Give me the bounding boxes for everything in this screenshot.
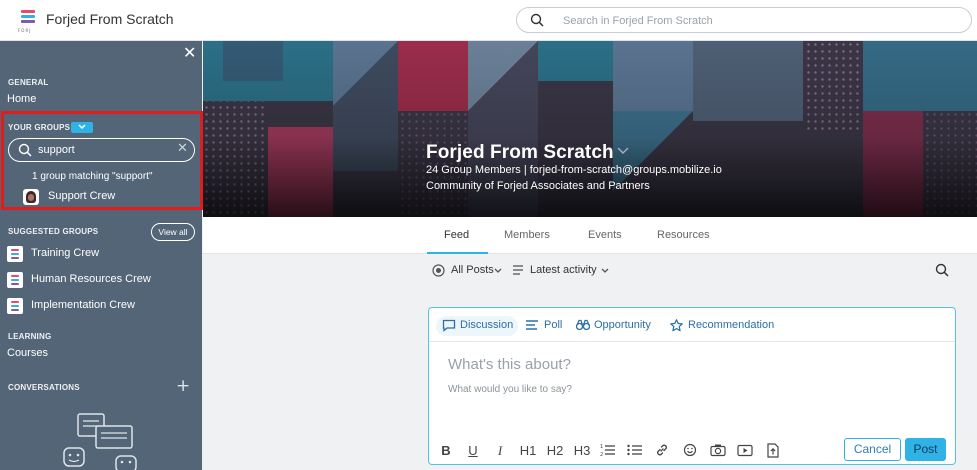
bullet-list-button[interactable] [627,442,643,460]
heading1-button[interactable]: H1 [517,442,539,460]
photo-button[interactable] [710,442,726,460]
active-tab-indicator [427,252,488,254]
chat-illustration-icon [63,413,137,470]
italic-button[interactable]: I [495,442,505,460]
underline-button[interactable]: U [467,442,479,460]
sidebar: ✕ GENERAL Home YOUR GROUPS ✕ 1 group mat… [0,41,203,470]
forj-logo[interactable]: FORJ [18,9,38,33]
cancel-button[interactable]: Cancel [844,438,901,461]
sort-list-icon [513,265,523,275]
attach-file-button[interactable] [766,442,780,460]
svg-text:1: 1 [600,444,603,450]
emoji-icon [683,443,697,457]
group-meta: 24 Group Members | forjed-from-scratch@g… [426,164,722,176]
attach-icon [767,443,779,458]
chevron-down-icon [494,268,502,273]
post-type-discussion[interactable]: Discussion [436,316,518,336]
heading3-button[interactable]: H3 [571,442,593,460]
plus-icon[interactable]: + [176,378,190,395]
numbered-list-icon: 1 2 [600,444,615,457]
highlight-box [1,111,203,210]
top-bar: FORJ Forjed From Scratch [0,0,977,41]
logo-tag: FORJ [18,28,32,33]
tab-events[interactable]: Events [588,229,622,241]
opportunity-icon [576,319,590,331]
section-suggested-groups: SUGGESTED GROUPS [8,227,99,236]
group-banner: Forjed From Scratch 24 Group Members | f… [203,41,977,217]
suggested-group-label: Human Resources Crew [31,273,151,285]
section-general: GENERAL [8,78,49,87]
discussion-icon [442,319,456,332]
sidebar-item-courses[interactable]: Courses [7,347,48,359]
post-subject-input[interactable] [448,356,928,373]
bullet-list-icon [627,444,642,456]
post-type-opportunity[interactable]: Opportunity [576,316,660,336]
tab-feed[interactable]: Feed [444,229,469,241]
chevron-down-icon [601,268,609,273]
post-button[interactable]: Post [905,438,946,461]
group-description: Community of Forjed Associates and Partn… [426,180,650,192]
sidebar-item-home[interactable]: Home [7,93,36,105]
recommendation-icon [670,319,683,332]
section-conversations: CONVERSATIONS [8,383,80,392]
post-type-bar: Discussion Poll Opportunity Recommendati… [429,308,955,342]
search-icon [530,13,544,27]
section-learning: LEARNING [8,332,52,341]
bold-button[interactable]: B [440,442,452,460]
group-title: Forjed From Scratch [426,142,614,163]
filter-sort-label: Latest activity [530,264,597,276]
close-icon[interactable]: ✕ [183,45,196,61]
tab-resources[interactable]: Resources [657,229,710,241]
chevron-down-icon[interactable] [617,147,629,155]
post-body-input[interactable] [448,384,928,395]
search-icon[interactable] [935,263,949,277]
global-search[interactable] [516,7,972,33]
filter-all-posts-label: All Posts [451,264,494,276]
video-button[interactable] [737,442,753,460]
tab-members[interactable]: Members [504,229,550,241]
suggested-group-label: Implementation Crew [31,299,135,311]
global-search-input[interactable] [563,12,953,30]
video-icon [737,444,753,457]
numbered-list-button[interactable]: 1 2 [600,442,616,460]
emoji-button[interactable] [683,442,697,460]
camera-icon [710,444,726,457]
group-icon [7,298,23,314]
group-icon [7,246,23,262]
app-title[interactable]: Forjed From Scratch [46,11,174,27]
group-icon [7,272,23,288]
heading2-button[interactable]: H2 [544,442,566,460]
suggested-group-label: Training Crew [31,247,100,259]
link-icon [657,444,667,456]
post-type-poll[interactable]: Poll [526,316,566,336]
link-button[interactable] [655,442,669,460]
view-all-button[interactable]: View all [151,223,195,241]
post-composer: Discussion Poll Opportunity Recommendati… [428,307,956,465]
group-tabs: Feed Members Events Resources [203,217,977,254]
svg-text:2: 2 [600,452,603,457]
radio-target-icon [432,264,445,277]
poll-icon [526,320,538,330]
post-type-recommendation[interactable]: Recommendation [670,316,782,336]
